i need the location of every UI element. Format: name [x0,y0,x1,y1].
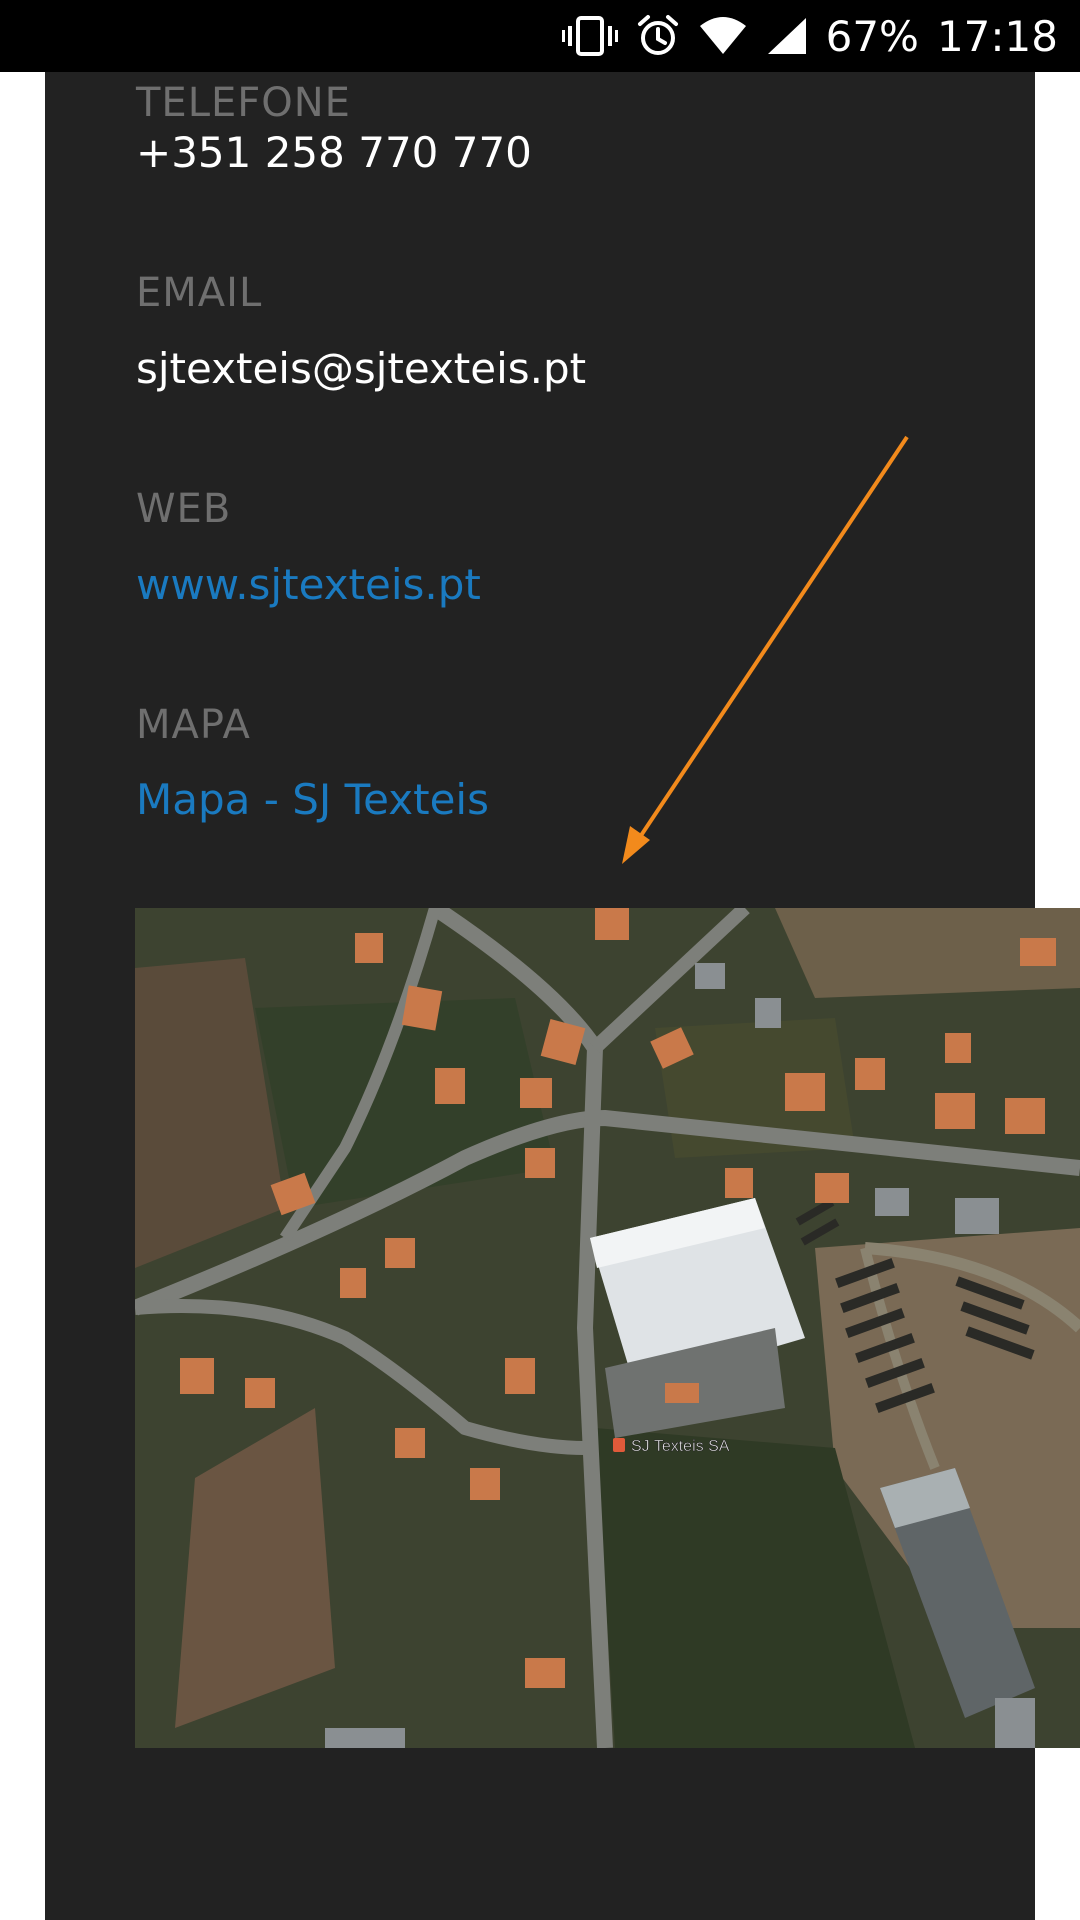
clock-time: 17:18 [936,11,1058,61]
map-marker[interactable]: SJ Texteis SA [613,1438,730,1455]
marker-pin-icon [613,1438,625,1452]
email-value[interactable]: sjtexteis@sjtexteis.pt [136,344,586,393]
web-label: WEB [136,486,232,532]
map-link[interactable]: Mapa - SJ Texteis [136,775,489,824]
map-marker-label: SJ Texteis SA [631,1438,730,1455]
cell-signal-icon [766,16,808,56]
battery-percentage: 67% [825,11,919,61]
telefone-label: TELEFONE [136,80,351,126]
web-link[interactable]: www.sjtexteis.pt [136,560,481,609]
vibrate-icon [561,14,618,58]
mapa-label: MAPA [136,702,251,748]
satellite-map[interactable]: SJ Texteis SA [135,908,1080,1748]
wifi-icon [698,16,748,56]
status-bar: 67% 17:18 [0,0,1080,72]
telefone-value[interactable]: +351 258 770 770 [136,128,532,177]
email-label: EMAIL [136,270,263,316]
alarm-icon [636,14,680,58]
